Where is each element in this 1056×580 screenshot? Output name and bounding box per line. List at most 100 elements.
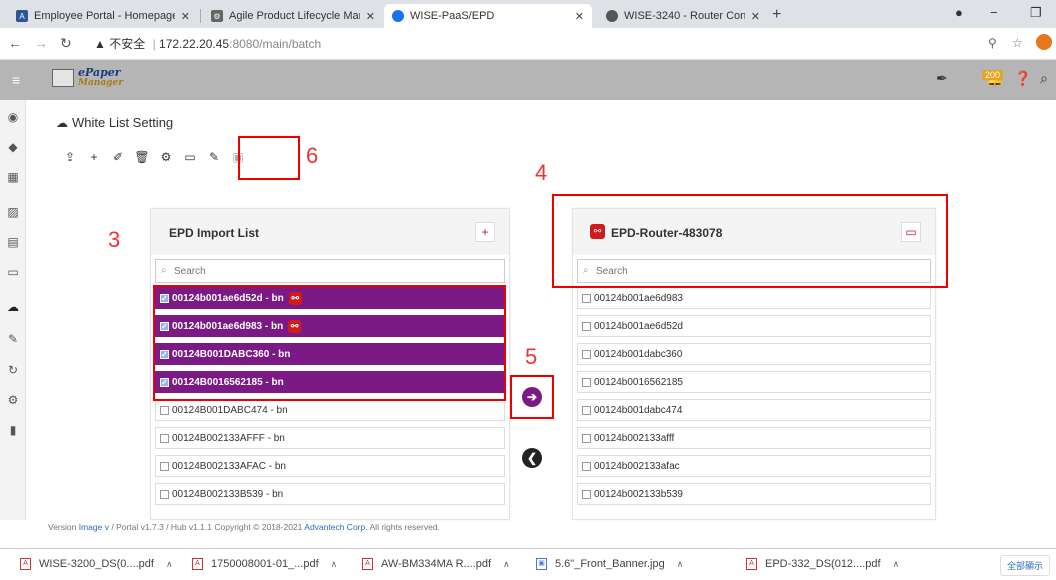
checkbox[interactable] xyxy=(582,293,591,303)
nav-monitor-icon[interactable]: ▭ xyxy=(6,265,20,279)
record-icon[interactable]: ● xyxy=(955,5,963,20)
url-field[interactable]: ▲ 不安全 | 172.22.20.45:8080/main/batch xyxy=(94,35,321,52)
new-tab-icon[interactable]: + xyxy=(772,6,781,24)
show-all-downloads-button[interactable]: 全部顯示 xyxy=(1000,555,1051,576)
download-item[interactable]: A WISE-3200_DS(0....pdf ∧ xyxy=(20,558,173,570)
profile-avatar[interactable] xyxy=(1036,34,1052,50)
restore-icon[interactable]: ❐ xyxy=(1030,5,1042,21)
import-list-row[interactable]: 00124B002133AFAC - bn xyxy=(155,455,505,477)
bookmark-star-icon[interactable]: ☆ xyxy=(1012,36,1023,50)
checkbox[interactable] xyxy=(582,377,591,387)
import-list-row[interactable]: 00124B002133AFFF - bn xyxy=(155,427,505,449)
annotation-number-3: 3 xyxy=(108,227,121,252)
zoom-icon[interactable]: ⚲ xyxy=(988,36,997,50)
download-item[interactable]: A EPD-332_DS(012....pdf ∧ xyxy=(746,558,899,570)
move-left-button[interactable]: ❮ xyxy=(522,448,542,468)
tab-divider xyxy=(200,9,201,23)
gear-icon[interactable]: ⚙ xyxy=(156,150,176,166)
checkbox[interactable] xyxy=(160,405,169,415)
tab-wise-3240[interactable]: WISE-3240 - Router Configurati ✕ xyxy=(598,4,768,28)
tab-close-icon[interactable]: ✕ xyxy=(575,10,584,23)
pin-icon[interactable]: ✒ xyxy=(936,70,948,87)
download-item[interactable]: A 1750008001-01_...pdf ∧ xyxy=(192,558,337,570)
app-header: ≡ ePaper Manager ✒ 🔔 ❓ ⌕ xyxy=(0,60,1056,100)
checkbox[interactable] xyxy=(582,433,591,443)
user-icon[interactable]: ⌕ xyxy=(1040,70,1048,87)
menu-hamburger-icon[interactable]: ≡ xyxy=(12,72,20,88)
tab-close-icon[interactable]: ✕ xyxy=(181,10,190,23)
trash-icon[interactable]: 🗑 xyxy=(132,150,152,166)
import-search-input[interactable] xyxy=(174,263,474,279)
move-right-button[interactable]: ➔ xyxy=(522,387,542,407)
nav-dashboard-icon[interactable]: ◉ xyxy=(6,110,20,124)
nav-cloud-icon[interactable]: ☁ xyxy=(6,300,20,314)
image-version-link[interactable]: Image v xyxy=(79,522,109,532)
row-label: 00124b001ae6d52d xyxy=(594,320,683,332)
checkbox[interactable] xyxy=(582,321,591,331)
reload-icon[interactable]: ↻ xyxy=(60,35,72,52)
checkbox[interactable] xyxy=(160,489,169,499)
nav-sync-icon[interactable]: ↻ xyxy=(6,363,20,377)
forward-icon[interactable]: → xyxy=(34,35,48,51)
import-list-row[interactable]: 00124B002133B539 - bn xyxy=(155,483,505,505)
download-item[interactable]: ▣ 5.6"_Front_Banner.jpg ∧ xyxy=(536,558,683,570)
download-item[interactable]: A AW-BM334MA R....pdf ∧ xyxy=(362,558,510,570)
tab-favicon-icon: ⚙ xyxy=(211,10,223,22)
import-list-row[interactable]: 00124B001DABC474 - bn xyxy=(155,399,505,421)
nav-list-icon[interactable]: ▦ xyxy=(6,170,20,184)
nav-tag-icon[interactable]: ◆ xyxy=(6,140,20,154)
tab-employee-portal[interactable]: A Employee Portal - Homepage ✕ xyxy=(8,4,198,28)
nav-settings-icon[interactable]: ⚙ xyxy=(6,393,20,407)
router-list-row[interactable]: 00124b002133b539 xyxy=(577,483,931,505)
nav-grid-icon[interactable]: ▤ xyxy=(6,235,20,249)
nav-book-icon[interactable]: ▮ xyxy=(6,423,20,437)
add-button[interactable]: + xyxy=(475,222,495,242)
router-list-row[interactable]: 00124b002133afff xyxy=(577,427,931,449)
company-link[interactable]: Advantech Corp. xyxy=(304,522,367,532)
checkbox[interactable] xyxy=(582,349,591,359)
tab-favicon-icon xyxy=(392,10,404,22)
checkbox[interactable] xyxy=(160,461,169,471)
annotation-box-3 xyxy=(153,285,506,401)
router-list-row[interactable]: 00124b0016562185 xyxy=(577,371,931,393)
add-icon[interactable]: + xyxy=(84,150,104,166)
nav-image-icon[interactable]: ▨ xyxy=(6,205,20,219)
tab-favicon-icon: A xyxy=(16,10,28,22)
tab-close-icon[interactable]: ✕ xyxy=(366,10,375,23)
checkbox[interactable] xyxy=(582,405,591,415)
checkbox[interactable] xyxy=(582,489,591,499)
toolbar: ⇪ + ✐ 🗑 ⚙ ▭ ✎ ▣ xyxy=(60,150,252,166)
tab-wise-paas-epd[interactable]: WISE-PaaS/EPD ✕ xyxy=(384,4,592,28)
minimize-icon[interactable]: − xyxy=(990,5,998,20)
help-icon[interactable]: ❓ xyxy=(1014,70,1031,87)
chevron-up-icon[interactable]: ∧ xyxy=(893,559,900,570)
row-label: 00124B001DABC474 - bn xyxy=(172,404,288,416)
checkbox[interactable] xyxy=(160,433,169,443)
browser-tab-strip: A Employee Portal - Homepage ✕ ⚙ Agile P… xyxy=(0,0,1056,28)
router-list-row[interactable]: 00124b001ae6d983 xyxy=(577,287,931,309)
row-label: 00124b002133b539 xyxy=(594,488,683,500)
edit-icon[interactable]: ✎ xyxy=(204,150,224,166)
nav-pen-icon[interactable]: ✎ xyxy=(6,332,20,346)
chevron-up-icon[interactable]: ∧ xyxy=(677,559,684,570)
router-list-row[interactable]: 00124b001dabc474 xyxy=(577,399,931,421)
eraser-icon[interactable]: ✐ xyxy=(108,150,128,166)
router-list-row[interactable]: 00124b002133afac xyxy=(577,455,931,477)
annotation-number-4: 4 xyxy=(535,160,548,185)
tab-favicon-icon xyxy=(606,10,618,22)
checkbox[interactable] xyxy=(582,461,591,471)
pdf-file-icon: A xyxy=(746,558,757,570)
tab-close-icon[interactable]: ✕ xyxy=(751,10,760,23)
import-search-box[interactable]: ⌕ xyxy=(155,259,505,283)
router-list-row[interactable]: 00124b001dabc360 xyxy=(577,343,931,365)
back-icon[interactable]: ← xyxy=(8,35,22,51)
chevron-up-icon[interactable]: ∧ xyxy=(166,559,173,570)
chevron-up-icon[interactable]: ∧ xyxy=(503,559,510,570)
upload-icon[interactable]: ⇪ xyxy=(60,150,80,166)
row-label: 00124b001dabc360 xyxy=(594,348,683,360)
tab-agile-plm[interactable]: ⚙ Agile Product Lifecycle Manage ✕ xyxy=(203,4,383,28)
annotation-number-5: 5 xyxy=(525,344,538,369)
chevron-up-icon[interactable]: ∧ xyxy=(331,559,338,570)
monitor-icon[interactable]: ▭ xyxy=(180,150,200,166)
router-list-row[interactable]: 00124b001ae6d52d xyxy=(577,315,931,337)
